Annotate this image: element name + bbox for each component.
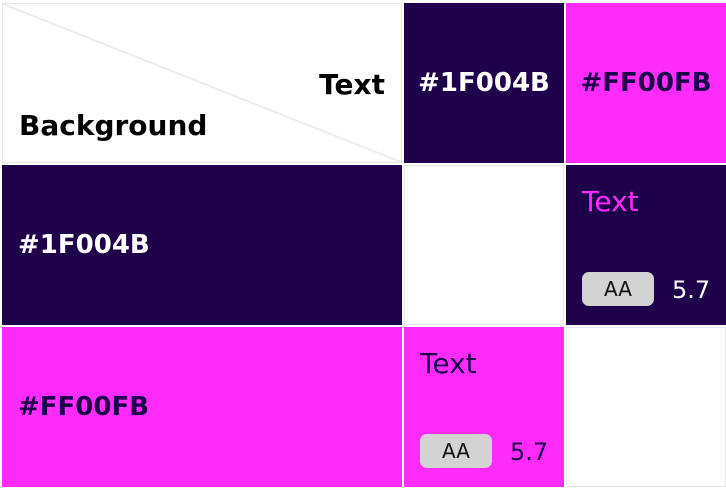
wcag-badge: AA <box>420 434 492 468</box>
wcag-badge: AA <box>582 272 654 306</box>
contrast-ratio: 5.7 <box>672 276 711 304</box>
empty-cell-same-color <box>404 165 564 325</box>
sample-text: Text <box>582 185 639 218</box>
column-header-ff00fb: #FF00FB <box>566 3 726 163</box>
column-header-label: #FF00FB <box>580 68 712 98</box>
contrast-grid: Text Background #1F004B #FF00FB #1F004B … <box>2 3 726 488</box>
row-header-label: #FF00FB <box>18 392 150 422</box>
empty-cell-same-color <box>566 327 726 487</box>
column-header-label: #1F004B <box>418 68 550 98</box>
corner-header: Text Background <box>2 3 402 163</box>
background-axis-label: Background <box>19 109 208 142</box>
sample-cell-1f004b-on-ff00fb: Text AA 5.7 <box>404 327 564 487</box>
contrast-ratio: 5.7 <box>510 438 549 466</box>
text-axis-label: Text <box>319 68 385 101</box>
row-header-1f004b: #1F004B <box>2 165 402 325</box>
column-header-1f004b: #1F004B <box>404 3 564 163</box>
sample-text: Text <box>420 347 477 380</box>
row-header-label: #1F004B <box>18 230 150 260</box>
sample-cell-ff00fb-on-1f004b: Text AA 5.7 <box>566 165 726 325</box>
row-header-ff00fb: #FF00FB <box>2 327 402 487</box>
